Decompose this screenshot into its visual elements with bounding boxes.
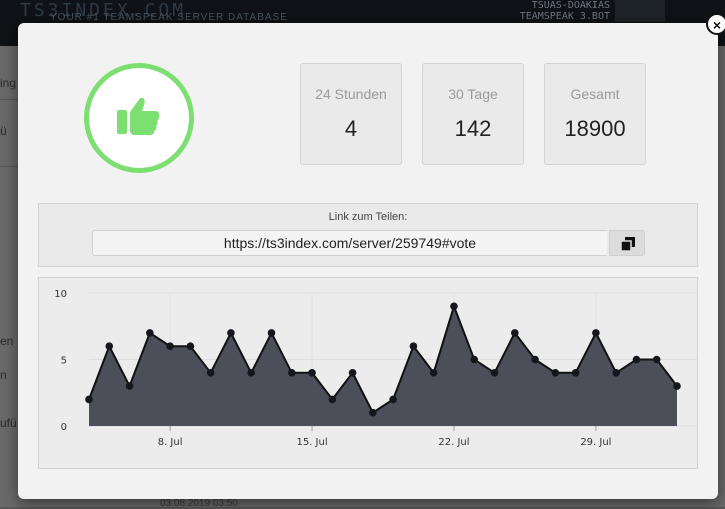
data-point bbox=[571, 369, 580, 377]
data-point bbox=[287, 369, 296, 377]
bg-side-text: n bbox=[0, 368, 7, 382]
data-point bbox=[632, 355, 641, 364]
stat-label: 30 Tage bbox=[448, 86, 498, 102]
data-point bbox=[369, 408, 377, 417]
data-point bbox=[146, 329, 154, 337]
data-point bbox=[490, 369, 499, 377]
data-point bbox=[389, 395, 397, 404]
bg-side-text: ufü bbox=[0, 416, 17, 430]
bg-side-text: ing bbox=[0, 76, 17, 90]
thumbs-up-icon bbox=[117, 97, 160, 135]
y-tick-label: 0 bbox=[61, 422, 67, 433]
data-point bbox=[267, 329, 276, 337]
data-point bbox=[308, 369, 316, 377]
copy-icon bbox=[621, 237, 635, 251]
data-point bbox=[328, 395, 337, 404]
data-point bbox=[592, 329, 600, 337]
data-point bbox=[105, 342, 114, 350]
vote-stats-modal: 24 Stunden 4 30 Tage 142 Gesamt 18900 Li… bbox=[18, 23, 718, 499]
data-point bbox=[206, 369, 215, 377]
x-tick-label: 29. Jul bbox=[580, 437, 611, 448]
stat-value: 18900 bbox=[564, 116, 626, 141]
stat-24h: 24 Stunden 4 bbox=[300, 63, 402, 165]
bg-divider bbox=[0, 166, 18, 167]
data-point bbox=[652, 355, 661, 364]
stat-label: Gesamt bbox=[570, 86, 620, 102]
vote-button[interactable] bbox=[84, 63, 194, 173]
x-tick-label: 15. Jul bbox=[296, 437, 327, 448]
data-point bbox=[470, 355, 479, 364]
bg-side-text: en bbox=[0, 334, 14, 348]
x-tick-label: 22. Jul bbox=[438, 437, 469, 448]
data-point bbox=[85, 395, 93, 404]
y-tick-label: 5 bbox=[61, 356, 67, 367]
x-tick-label: 8. Jul bbox=[158, 437, 183, 448]
close-button[interactable]: × bbox=[706, 13, 725, 35]
votes-chart-svg: 0 5 10 8. Jul 15. Jul 22. Jul 29. Jul bbox=[54, 289, 697, 448]
banner-tile bbox=[615, 0, 665, 22]
bg-side-text: ü bbox=[0, 124, 7, 138]
share-panel: Link zum Teilen: bbox=[38, 203, 698, 267]
series-area bbox=[89, 306, 677, 426]
stat-total: Gesamt 18900 bbox=[544, 63, 646, 165]
votes-chart: 0 5 10 8. Jul 15. Jul 22. Jul 29. Jul bbox=[38, 277, 698, 469]
stat-value: 142 bbox=[454, 116, 492, 141]
data-point bbox=[166, 342, 174, 350]
banner-line-1: TSUAS-DOAKIAS bbox=[531, 0, 610, 11]
data-point bbox=[673, 382, 681, 390]
data-point bbox=[531, 355, 539, 364]
data-point bbox=[125, 382, 134, 390]
y-tick-label: 10 bbox=[54, 289, 67, 300]
share-label: Link zum Teilen: bbox=[328, 211, 408, 223]
stat-30d: 30 Tage 142 bbox=[422, 63, 524, 165]
bg-divider bbox=[0, 99, 18, 100]
stat-label: 24 Stunden bbox=[315, 86, 387, 102]
data-point bbox=[429, 369, 438, 377]
bg-timestamp: 03.08.2019 03:50 bbox=[160, 498, 238, 509]
data-point bbox=[612, 369, 620, 377]
data-point bbox=[186, 342, 195, 350]
data-point bbox=[348, 369, 357, 377]
stat-value: 4 bbox=[344, 116, 358, 141]
data-point bbox=[409, 342, 418, 350]
data-point bbox=[227, 329, 235, 337]
data-point bbox=[247, 369, 256, 377]
copy-button[interactable] bbox=[609, 230, 645, 256]
data-point bbox=[510, 329, 519, 337]
banner-line-2: TEAMSPEAK 3.BOT bbox=[519, 11, 610, 22]
data-point bbox=[551, 369, 560, 377]
site-subtitle: YOUR #1 TEAMSPEAK SERVER DATABASE bbox=[50, 12, 288, 23]
share-url-input[interactable] bbox=[92, 230, 607, 256]
data-point bbox=[450, 302, 458, 311]
